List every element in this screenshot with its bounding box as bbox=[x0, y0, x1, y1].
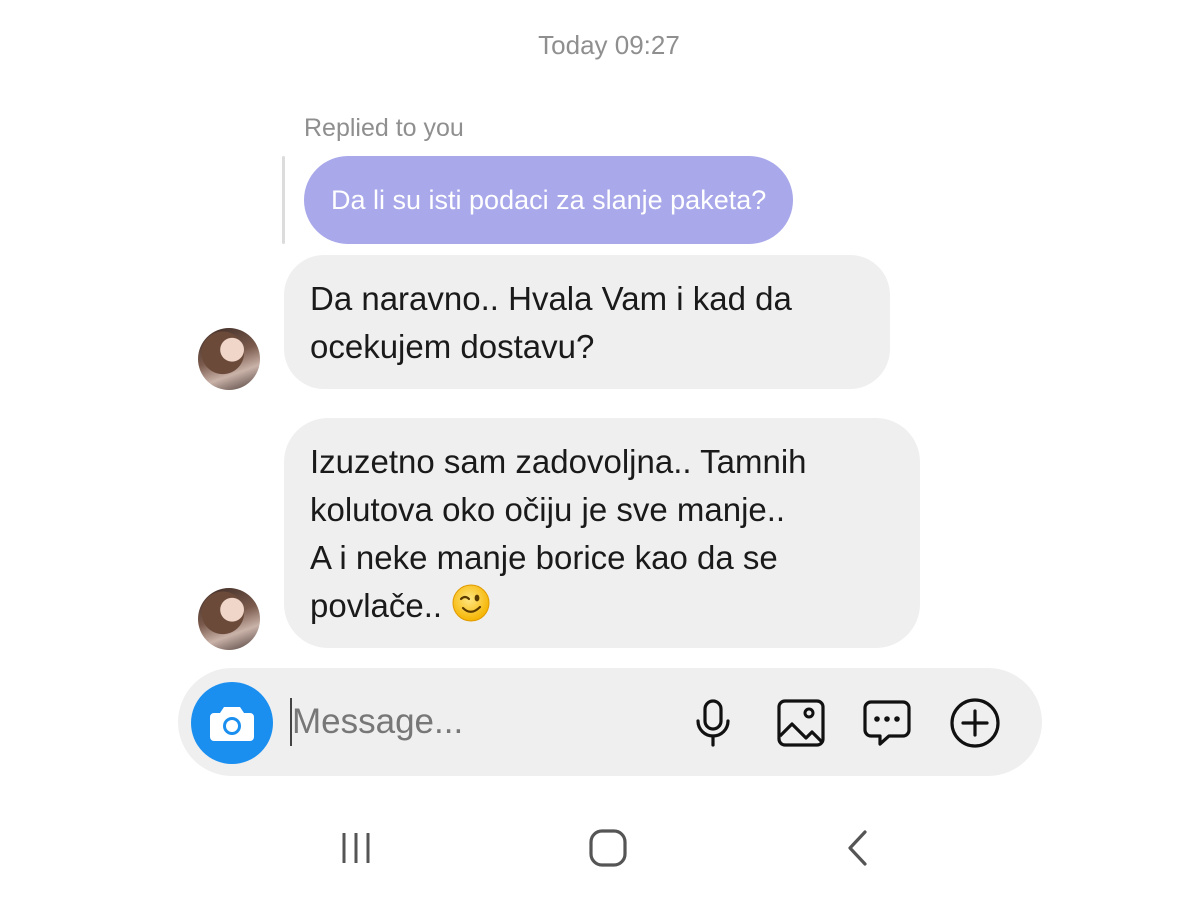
message-line: povlače.. bbox=[310, 587, 443, 624]
message-line: Izuzetno sam zadovoljna.. Tamnih bbox=[310, 443, 807, 480]
back-button[interactable] bbox=[834, 824, 882, 872]
winking-face-icon bbox=[452, 584, 490, 622]
message-timestamp: Today 09:27 bbox=[538, 30, 680, 60]
quoted-message-bubble[interactable]: Da li su isti podaci za slanje paketa? bbox=[304, 156, 794, 244]
message-line: ocekujem dostavu? bbox=[310, 328, 595, 365]
incoming-message-bubble[interactable]: Da naravno.. Hvala Vam i kad da ocekujem… bbox=[284, 255, 890, 389]
chat-screen: Today 09:27 Replied to you Da li su isti… bbox=[0, 0, 1200, 900]
back-icon bbox=[848, 830, 867, 866]
microphone-button[interactable] bbox=[686, 696, 740, 750]
recents-button[interactable] bbox=[332, 824, 380, 872]
plus-icon bbox=[950, 698, 1000, 748]
incoming-message-bubble[interactable]: Izuzetno sam zadovoljna.. Tamnih kolutov… bbox=[284, 418, 920, 648]
gallery-icon bbox=[777, 699, 825, 747]
sticker-icon bbox=[863, 700, 911, 746]
message-line: kolutova oko očiju je sve manje.. bbox=[310, 491, 786, 528]
sticker-button[interactable] bbox=[860, 696, 914, 750]
gallery-button[interactable] bbox=[774, 696, 828, 750]
avatar[interactable] bbox=[198, 328, 260, 390]
camera-icon bbox=[210, 707, 254, 741]
home-icon bbox=[589, 829, 627, 867]
message-line-with-emoji: povlače.. bbox=[310, 582, 894, 630]
reply-label: Replied to you bbox=[304, 114, 464, 142]
home-button[interactable] bbox=[584, 824, 632, 872]
recents-icon bbox=[342, 833, 370, 863]
camera-button[interactable] bbox=[191, 682, 273, 764]
message-line: A i neke manje borice kao da se bbox=[310, 539, 778, 576]
system-navigation-bar bbox=[0, 816, 1200, 880]
message-input[interactable] bbox=[292, 692, 672, 752]
microphone-icon bbox=[696, 699, 730, 747]
avatar[interactable] bbox=[198, 588, 260, 650]
message-line: Da naravno.. Hvala Vam i kad da bbox=[310, 280, 792, 317]
add-button[interactable] bbox=[948, 696, 1002, 750]
reply-indicator-bar bbox=[282, 156, 285, 244]
message-composer bbox=[178, 668, 1042, 776]
